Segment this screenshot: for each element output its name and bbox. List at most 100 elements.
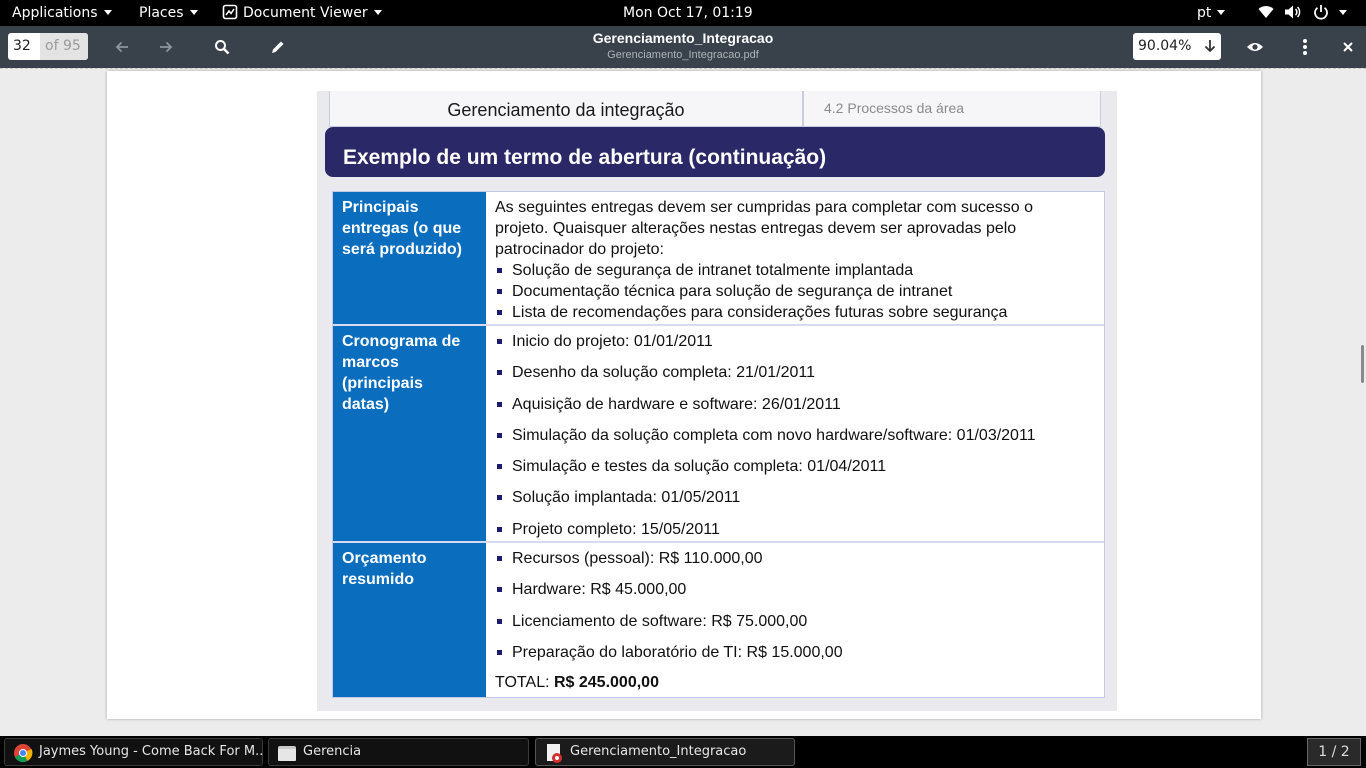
list-item: Preparação do laboratório de TI: R$ 15.0… bbox=[495, 637, 1095, 668]
pdf-viewer-icon bbox=[547, 744, 562, 763]
task-document-viewer[interactable]: Gerenciamento_Integracao bbox=[535, 738, 795, 766]
places-label: Places bbox=[139, 5, 184, 21]
total-value: R$ 245.000,00 bbox=[553, 674, 659, 692]
document-filename: Gerenciamento_Integracao.pdf bbox=[607, 49, 759, 61]
intro-line: patrocinador do projeto: bbox=[495, 241, 664, 258]
workspace-switcher[interactable]: 1 / 2 bbox=[1307, 738, 1361, 766]
clock[interactable]: Mon Oct 17, 01:19 bbox=[623, 0, 753, 26]
row-label-line: marcos bbox=[342, 354, 399, 371]
keyboard-layout-menu[interactable]: pt bbox=[1197, 0, 1226, 26]
power-icon bbox=[1314, 4, 1328, 19]
document-title: Gerenciamento_Integracao bbox=[592, 30, 774, 46]
row-label: Principais entregas (o que será produzid… bbox=[333, 192, 486, 324]
budget-total: TOTAL: R$ 245.000,00 bbox=[495, 668, 1095, 698]
view-eye-icon bbox=[1247, 43, 1263, 51]
row-label-line: Principais bbox=[342, 199, 419, 216]
places-menu[interactable]: Places bbox=[139, 0, 198, 26]
task-label: Gerenciamento_Integracao bbox=[570, 744, 747, 759]
list-item: Hardware: R$ 45.000,00 bbox=[495, 574, 1095, 605]
app-menu[interactable]: Document Viewer bbox=[222, 0, 382, 26]
chevron-down-icon bbox=[103, 9, 112, 15]
row-label: Orçamento resumido bbox=[333, 543, 486, 697]
row-label-line: será produzido) bbox=[342, 241, 463, 258]
applications-menu[interactable]: Applications bbox=[12, 0, 112, 26]
search-icon bbox=[215, 40, 230, 55]
chevron-down-icon bbox=[189, 9, 198, 15]
total-label: TOTAL: bbox=[495, 674, 550, 692]
row-content: Recursos (pessoal): R$ 110.000,00 Hardwa… bbox=[495, 543, 1095, 698]
page-total: of 95 bbox=[40, 33, 88, 60]
row-label-line: resumido bbox=[342, 571, 415, 588]
chevron-down-icon bbox=[1339, 9, 1348, 15]
list-item: Desenho da solução completa: 21/01/2011 bbox=[495, 357, 1095, 388]
list-item: Projeto completo: 15/05/2011 bbox=[495, 514, 1095, 545]
table-row: Principais entregas (o que será produzid… bbox=[333, 192, 1104, 326]
intro-line: As seguintes entregas devem ser cumprida… bbox=[495, 199, 1034, 216]
row-label-line: (principais bbox=[342, 375, 423, 392]
task-chrome[interactable]: Jaymes Young - Come Back For M... bbox=[4, 738, 263, 766]
table-row: Orçamento resumido Recursos (pessoal): R… bbox=[333, 543, 1104, 697]
list-item: Solução implantada: 01/05/2011 bbox=[495, 482, 1095, 513]
pdf-page: Gerenciamento da integração 4.2 Processo… bbox=[107, 71, 1261, 719]
search-button[interactable] bbox=[209, 34, 235, 60]
list-item: Documentação técnica para solução de seg… bbox=[495, 281, 1095, 302]
page-number-entry[interactable]: 32 of 95 bbox=[8, 33, 88, 60]
row-label: Cronograma de marcos (principais datas) bbox=[333, 326, 486, 541]
list-item: Aquisição de hardware e software: 26/01/… bbox=[495, 389, 1095, 420]
list-item: Simulação da solução completa com novo h… bbox=[495, 420, 1095, 451]
zoom-selector[interactable]: 90.04% bbox=[1133, 33, 1221, 60]
table-row: Cronograma de marcos (principais datas) … bbox=[333, 326, 1104, 543]
view-options-button[interactable] bbox=[1242, 34, 1268, 60]
scrollbar[interactable] bbox=[1361, 345, 1364, 383]
row-intro: As seguintes entregas devem ser cumprida… bbox=[495, 192, 1095, 260]
slide-title: Exemplo de um termo de abertura (continu… bbox=[325, 127, 1105, 177]
forward-arrow-icon bbox=[160, 41, 173, 53]
back-arrow-icon bbox=[115, 41, 128, 53]
slide: Gerenciamento da integração 4.2 Processo… bbox=[317, 91, 1117, 711]
task-label: Gerencia bbox=[303, 744, 362, 759]
app-menu-label: Document Viewer bbox=[243, 5, 368, 21]
document-viewer-icon bbox=[222, 4, 238, 19]
row-label-line: entregas (o que bbox=[342, 220, 462, 237]
row-content: As seguintes entregas devem ser cumprida… bbox=[495, 192, 1095, 323]
task-label: Jaymes Young - Come Back For M... bbox=[39, 744, 263, 759]
document-view[interactable]: Gerenciamento da integração 4.2 Processo… bbox=[0, 68, 1366, 736]
close-icon bbox=[1343, 42, 1353, 52]
section-tab: Gerenciamento da integração bbox=[329, 91, 803, 127]
annotate-button[interactable] bbox=[265, 34, 291, 60]
keyboard-layout-label: pt bbox=[1197, 5, 1212, 21]
chevron-down-icon bbox=[373, 9, 382, 15]
annotate-pen-icon bbox=[272, 41, 284, 53]
zoom-value[interactable]: 90.04% bbox=[1138, 33, 1191, 60]
list-item: Inicio do projeto: 01/01/2011 bbox=[495, 326, 1095, 357]
close-button[interactable] bbox=[1335, 34, 1361, 60]
list-item: Solução de segurança de intranet totalme… bbox=[495, 260, 1095, 281]
list-item: Recursos (pessoal): R$ 110.000,00 bbox=[495, 543, 1095, 574]
list-item: Simulação e testes da solução completa: … bbox=[495, 451, 1095, 482]
folder-icon bbox=[278, 746, 296, 761]
forward-button[interactable] bbox=[153, 34, 179, 60]
back-button[interactable] bbox=[109, 34, 135, 60]
chevron-down-icon bbox=[1217, 9, 1226, 15]
row-label-line: datas) bbox=[342, 396, 390, 413]
row-content: Inicio do projeto: 01/01/2011 Desenho da… bbox=[495, 326, 1095, 545]
zoom-dropdown-icon[interactable] bbox=[1203, 38, 1217, 54]
current-page[interactable]: 32 bbox=[8, 33, 40, 60]
menu-button[interactable] bbox=[1292, 34, 1318, 60]
wifi-icon bbox=[1258, 5, 1274, 18]
window-list: Jaymes Young - Come Back For M... Gerenc… bbox=[0, 736, 1366, 768]
system-menu[interactable] bbox=[1258, 0, 1348, 26]
document-title-block: Gerenciamento_Integracao Gerenciamento_I… bbox=[483, 29, 883, 63]
subsection-tab: 4.2 Processos da área bbox=[803, 91, 1101, 127]
volume-icon bbox=[1285, 5, 1301, 18]
row-label-line: Orçamento bbox=[342, 550, 427, 567]
top-panel: Applications Places Document Viewer Mon … bbox=[0, 0, 1366, 26]
header-bar: 32 of 95 Gerenciamento_Integracao Gerenc… bbox=[0, 26, 1366, 68]
charter-table: Principais entregas (o que será produzid… bbox=[332, 191, 1105, 698]
chrome-icon bbox=[14, 744, 33, 763]
list-item: Lista de recomendações para consideraçõe… bbox=[495, 302, 1095, 323]
intro-line: projeto. Quaisquer alterações nestas ent… bbox=[495, 220, 1017, 237]
list-item: Licenciamento de software: R$ 75.000,00 bbox=[495, 606, 1095, 637]
menu-kebab-icon bbox=[1303, 39, 1307, 55]
task-files[interactable]: Gerencia bbox=[268, 738, 529, 766]
